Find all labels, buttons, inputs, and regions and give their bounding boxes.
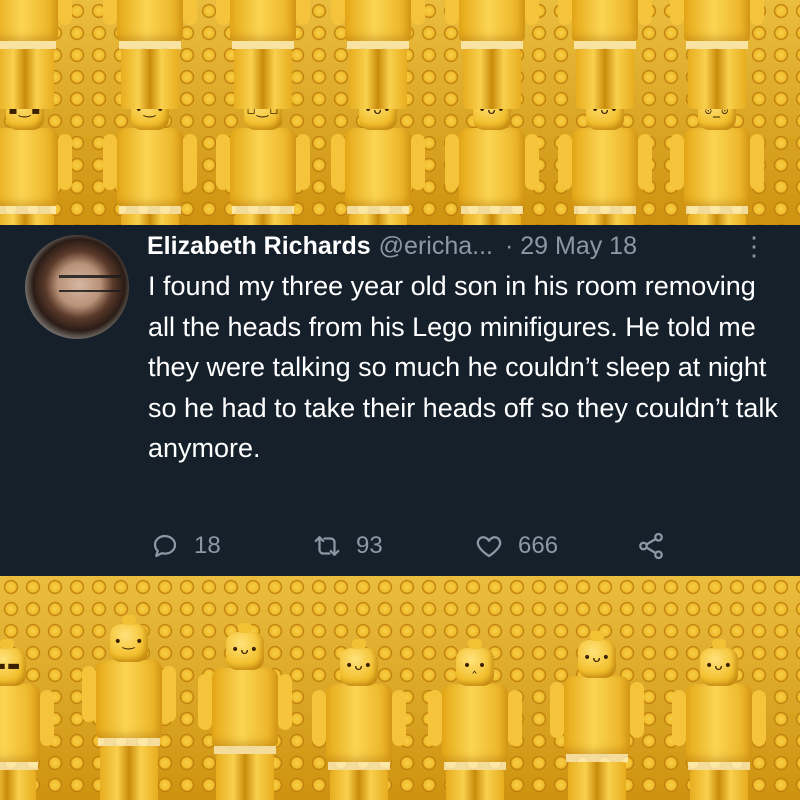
author-handle[interactable]: @ericha... — [379, 232, 493, 261]
retweet-button[interactable]: 93 — [312, 526, 383, 566]
reply-count: 18 — [194, 532, 221, 559]
more-options-icon[interactable]: ⋮ — [741, 231, 767, 262]
lego-photo-bottom: ▬▬ •‿• •ᴗ• •ᴗ• •‸• •ᴗ• •ᴗ• — [0, 576, 800, 800]
tweet-date[interactable]: · 29 May 18 — [505, 232, 637, 261]
author-name[interactable]: Elizabeth Richards — [147, 232, 371, 261]
like-count: 666 — [518, 532, 559, 559]
share-icon — [639, 532, 663, 560]
lego-photo-top: ▪‿▪ •‿• ▫‿▫ •ᴗ• •ᴗ• •ᴗ• ಠ_ಠ — [0, 0, 800, 225]
reply-button[interactable]: 18 — [150, 526, 221, 566]
avatar-glasses — [59, 275, 121, 292]
like-button[interactable]: 666 — [474, 526, 558, 566]
tweet-actions: 18 93 666 — [150, 526, 770, 566]
tweet-text: I found my three year old son in his roo… — [148, 271, 778, 463]
retweet-icon — [314, 536, 340, 556]
retweet-count: 93 — [356, 532, 383, 559]
like-icon — [476, 536, 502, 558]
share-button[interactable] — [636, 526, 680, 566]
reply-icon — [153, 534, 177, 558]
tweet-header: Elizabeth Richards @ericha... · 29 May 1… — [147, 229, 777, 263]
avatar[interactable] — [25, 235, 129, 339]
